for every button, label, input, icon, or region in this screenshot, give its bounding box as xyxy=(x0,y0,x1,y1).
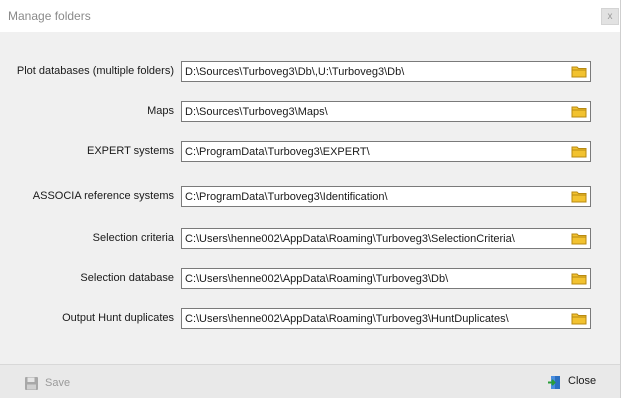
associa-reference-label: ASSOCIA reference systems xyxy=(32,190,174,202)
expert-systems-field[interactable]: C:\ProgramData\Turboveg3\EXPERT\ xyxy=(181,141,591,162)
selection-database-field[interactable]: C:\Users\henne002\AppData\Roaming\Turbov… xyxy=(181,268,591,289)
output-hunt-duplicates-label: Output Hunt duplicates xyxy=(62,312,174,324)
associa-reference-value: C:\ProgramData\Turboveg3\Identification\ xyxy=(185,191,388,203)
folder-icon[interactable] xyxy=(571,271,588,286)
close-button[interactable]: Close xyxy=(548,374,608,392)
save-button-label: Save xyxy=(45,377,71,389)
title-bar: Manage folders x xyxy=(0,0,620,32)
folder-icon[interactable] xyxy=(571,311,588,326)
selection-database-value: C:\Users\henne002\AppData\Roaming\Turbov… xyxy=(185,273,449,285)
expert-systems-label: EXPERT systems xyxy=(86,145,174,157)
selection-database-label: Selection database xyxy=(80,272,174,284)
dialog-footer: Save Close xyxy=(0,364,620,398)
folder-row-associa-reference: ASSOCIA reference systems C:\ProgramData… xyxy=(0,186,620,207)
plot-databases-value: D:\Sources\Turboveg3\Db\,U:\Turboveg3\Db… xyxy=(185,66,405,78)
floppy-disk-icon xyxy=(25,377,38,390)
selection-criteria-value: C:\Users\henne002\AppData\Roaming\Turbov… xyxy=(185,233,515,245)
plot-databases-label: Plot databases (multiple folders) xyxy=(16,65,174,77)
folder-icon[interactable] xyxy=(571,104,588,119)
selection-criteria-label: Selection criteria xyxy=(92,232,174,244)
selection-criteria-field[interactable]: C:\Users\henne002\AppData\Roaming\Turbov… xyxy=(181,228,591,249)
window-title: Manage folders xyxy=(8,9,91,23)
window-close-button[interactable]: x xyxy=(601,8,619,25)
folder-row-expert-systems: EXPERT systems C:\ProgramData\Turboveg3\… xyxy=(0,141,620,162)
folder-icon[interactable] xyxy=(571,189,588,204)
folder-row-selection-database: Selection database C:\Users\henne002\App… xyxy=(0,268,620,289)
output-hunt-duplicates-field[interactable]: C:\Users\henne002\AppData\Roaming\Turbov… xyxy=(181,308,591,329)
folder-icon[interactable] xyxy=(571,231,588,246)
manage-folders-dialog: Manage folders x Plot databases (multipl… xyxy=(0,0,621,398)
exit-door-icon xyxy=(548,376,560,389)
close-button-label: Close xyxy=(568,375,597,387)
plot-databases-field[interactable]: D:\Sources\Turboveg3\Db\,U:\Turboveg3\Db… xyxy=(181,61,591,82)
folder-row-output-hunt-duplicates: Output Hunt duplicates C:\Users\henne002… xyxy=(0,308,620,329)
folder-icon[interactable] xyxy=(571,64,588,79)
folder-row-maps: Maps D:\Sources\Turboveg3\Maps\ xyxy=(0,101,620,122)
associa-reference-field[interactable]: C:\ProgramData\Turboveg3\Identification\ xyxy=(181,186,591,207)
folder-icon[interactable] xyxy=(571,144,588,159)
output-hunt-duplicates-value: C:\Users\henne002\AppData\Roaming\Turbov… xyxy=(185,313,509,325)
folder-row-plot-databases: Plot databases (multiple folders) D:\Sou… xyxy=(0,61,620,82)
maps-field[interactable]: D:\Sources\Turboveg3\Maps\ xyxy=(181,101,591,122)
folder-row-selection-criteria: Selection criteria C:\Users\henne002\App… xyxy=(0,228,620,249)
maps-label: Maps xyxy=(147,105,174,117)
maps-value: D:\Sources\Turboveg3\Maps\ xyxy=(185,106,328,118)
expert-systems-value: C:\ProgramData\Turboveg3\EXPERT\ xyxy=(185,146,370,158)
